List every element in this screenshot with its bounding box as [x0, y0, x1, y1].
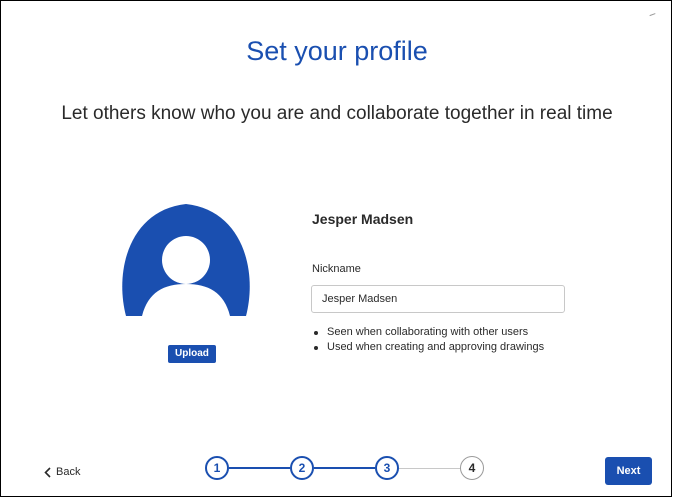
chevron-left-icon	[44, 466, 51, 478]
step-4: 4	[460, 456, 484, 480]
step-connector	[399, 468, 460, 469]
step-2: 2	[290, 456, 314, 480]
step-connector	[229, 467, 290, 469]
hint-item: Used when creating and approving drawing…	[312, 340, 544, 355]
user-avatar-icon[interactable]	[120, 200, 252, 316]
next-button[interactable]: Next	[605, 457, 652, 485]
nickname-hints: Seen when collaborating with other users…	[312, 325, 544, 355]
back-button[interactable]: Back	[44, 466, 80, 478]
step-1: 1	[205, 456, 229, 480]
hint-item: Seen when collaborating with other users	[312, 325, 544, 340]
page-title: Set your profile	[246, 36, 428, 66]
nickname-label: Nickname	[312, 263, 361, 275]
step-3: 3	[375, 456, 399, 480]
user-name: Jesper Madsen	[312, 211, 414, 227]
nickname-field[interactable]	[311, 285, 565, 313]
progress-stepper: 1 2 3 4	[205, 456, 490, 482]
upload-button[interactable]: Upload	[168, 345, 216, 363]
step-connector	[314, 467, 375, 469]
dialog-frame	[0, 0, 672, 497]
back-label: Back	[56, 466, 81, 478]
page-subtitle: Let others know who you are and collabor…	[61, 103, 613, 124]
